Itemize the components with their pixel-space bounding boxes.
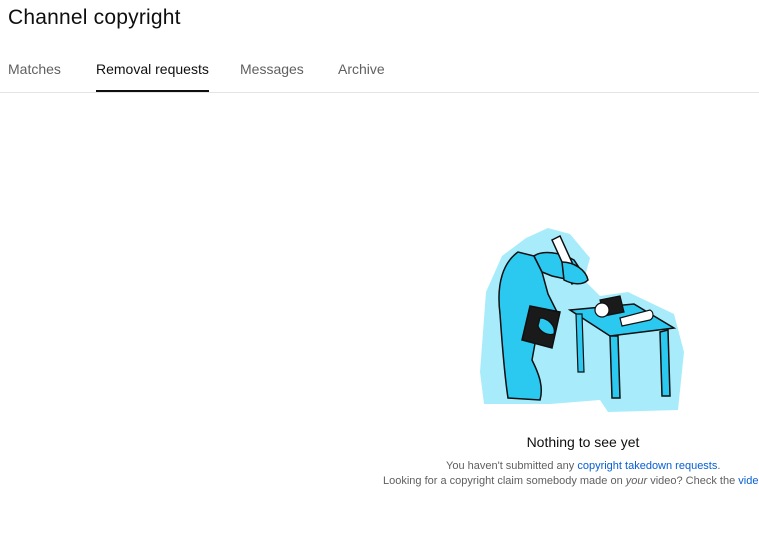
page-title: Channel copyright [8,6,181,29]
empty-state-illustration [480,228,684,412]
empty-state-hint: Looking for a copyright claim somebody m… [383,475,759,487]
empty-state-message: You haven't submitted any copyright take… [446,460,720,472]
video-copyright-link[interactable]: video [738,475,759,487]
empty-state-hint-prefix: Looking for a copyright claim somebody m… [383,475,626,487]
copyright-takedown-requests-link[interactable]: copyright takedown requests [577,460,717,472]
empty-state-heading: Nothing to see yet [526,434,640,450]
tab-bar: Matches Removal requests Messages Archiv… [0,50,759,93]
tab-matches[interactable]: Matches [8,50,61,90]
tab-removal-requests[interactable]: Removal requests [96,50,209,92]
empty-state-hint-emphasis: your [625,475,648,487]
tab-archive[interactable]: Archive [338,50,385,90]
page: Channel copyright Matches Removal reques… [0,0,759,547]
empty-state-hint-middle: video? Check the [647,475,739,487]
empty-state-message-suffix: . [717,460,721,472]
tab-messages[interactable]: Messages [240,50,304,90]
empty-state-message-prefix: You haven't submitted any [446,460,578,472]
